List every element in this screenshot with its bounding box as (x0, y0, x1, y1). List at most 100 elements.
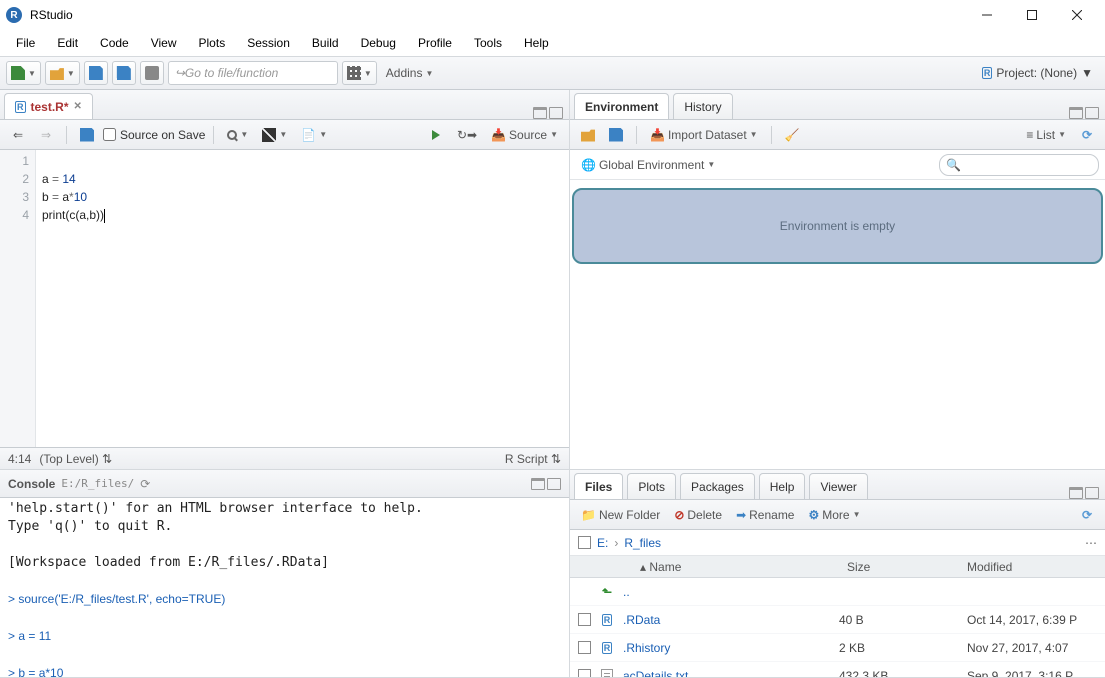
rerun-button[interactable]: ↻➡ (452, 123, 482, 147)
code-area[interactable]: a = 14 b = a*10 print(c(a,b)) (36, 150, 569, 447)
source-button[interactable]: 📥 Source ▼ (486, 123, 563, 147)
select-all-checkbox[interactable] (578, 536, 591, 549)
r-project-icon: R (982, 67, 993, 79)
file-name[interactable]: acDetails.txt (623, 669, 831, 678)
console-clear-icon[interactable]: ⟳ (140, 477, 150, 491)
save-source-button[interactable] (75, 123, 99, 147)
breadcrumb-drive[interactable]: E: (597, 536, 608, 550)
grid-icon (347, 66, 361, 80)
pane-minmax[interactable] (1069, 487, 1099, 499)
search-icon: 🔍 (946, 158, 961, 172)
new-folder-button[interactable]: 📁 New Folder (576, 503, 665, 527)
menu-debug[interactable]: Debug (351, 32, 406, 54)
window-close-button[interactable] (1054, 0, 1099, 30)
file-name[interactable]: .RData (623, 613, 831, 627)
source-on-save-label: Source on Save (120, 128, 205, 142)
find-button[interactable]: ▼ (222, 123, 253, 147)
clear-workspace-button[interactable]: 🧹 (780, 123, 805, 147)
run-button[interactable] (424, 123, 448, 147)
rename-button[interactable]: ➡ Rename (731, 503, 799, 527)
window-maximize-button[interactable] (1009, 0, 1054, 30)
more-button[interactable]: ⚙ More ▼ (803, 503, 865, 527)
header-name[interactable]: ▴ Name (596, 560, 847, 574)
tab-help[interactable]: Help (759, 473, 806, 499)
files-tabstrip: FilesPlotsPackagesHelpViewer (570, 470, 1105, 500)
language-indicator[interactable]: R Script ⇅ (505, 452, 561, 466)
window-minimize-button[interactable] (964, 0, 1009, 30)
console-body[interactable]: 'help.start()' for an HTML browser inter… (0, 498, 569, 677)
source-on-save-checkbox[interactable] (103, 128, 116, 141)
tab-plots[interactable]: Plots (627, 473, 676, 499)
file-name[interactable]: .. (623, 585, 831, 599)
project-selector[interactable]: RProject: (None)▼ (976, 66, 1099, 80)
menu-file[interactable]: File (6, 32, 45, 54)
menu-edit[interactable]: Edit (47, 32, 88, 54)
refresh-env-button[interactable]: ⟳ (1075, 123, 1099, 147)
scope-indicator[interactable]: (Top Level) ⇅ (39, 452, 112, 466)
console-path: E:/R_files/ (61, 477, 134, 490)
save-all-button[interactable] (112, 61, 136, 85)
refresh-files-button[interactable]: ⟳ (1075, 503, 1099, 527)
forward-button[interactable]: ⇒ (34, 123, 58, 147)
file-row[interactable]: R.Rhistory2 KBNov 27, 2017, 4:07 (570, 634, 1105, 662)
panes-grid-button[interactable]: ▼ (342, 61, 377, 85)
menu-help[interactable]: Help (514, 32, 559, 54)
files-toolbar: 📁 New Folder ⊘ Delete ➡ Rename ⚙ More ▼ … (570, 500, 1105, 530)
env-scope-bar: 🌐 Global Environment ▼ 🔍 (570, 150, 1105, 180)
save-button[interactable] (84, 61, 108, 85)
open-project-button[interactable]: ▼ (45, 61, 80, 85)
env-view-mode[interactable]: ≡ List ▼ (1021, 123, 1071, 147)
file-row[interactable]: ⬑.. (570, 578, 1105, 606)
file-row[interactable]: R.RData40 BOct 14, 2017, 6:39 P (570, 606, 1105, 634)
menu-view[interactable]: View (141, 32, 187, 54)
load-workspace-button[interactable] (576, 123, 600, 147)
save-workspace-button[interactable] (604, 123, 628, 147)
tab-files[interactable]: Files (574, 473, 623, 499)
notebook-button[interactable]: 📄▼ (296, 123, 332, 147)
code-editor[interactable]: 1234 a = 14 b = a*10 print(c(a,b)) (0, 150, 569, 447)
tab-packages[interactable]: Packages (680, 473, 755, 499)
print-button[interactable] (140, 61, 164, 85)
menu-plots[interactable]: Plots (189, 32, 236, 54)
env-empty-highlight: Environment is empty (572, 188, 1103, 264)
main-toolbar: ▼ ▼ ↪ Go to file/function ▼ Addins ▼ RPr… (0, 56, 1105, 90)
new-file-button[interactable]: ▼ (6, 61, 41, 85)
file-checkbox[interactable] (578, 641, 591, 654)
menu-profile[interactable]: Profile (408, 32, 462, 54)
delete-button[interactable]: ⊘ Delete (669, 503, 727, 527)
file-name[interactable]: .Rhistory (623, 641, 831, 655)
menu-code[interactable]: Code (90, 32, 139, 54)
console-title: Console (8, 477, 55, 491)
menu-session[interactable]: Session (237, 32, 300, 54)
tab-history[interactable]: History (673, 93, 732, 119)
menu-tools[interactable]: Tools (464, 32, 512, 54)
file-checkbox[interactable] (578, 613, 591, 626)
wand-button[interactable]: ▼ (257, 123, 292, 147)
header-modified[interactable]: Modified (967, 560, 1097, 574)
file-size: 2 KB (839, 641, 959, 655)
file-row[interactable]: acDetails.txt432.3 KBSep 9, 2017, 3:16 P (570, 662, 1105, 677)
close-icon[interactable]: ✕ (74, 101, 82, 112)
goto-file-input[interactable]: ↪ Go to file/function (168, 61, 338, 85)
addins-button[interactable]: Addins ▼ (381, 61, 439, 85)
back-button[interactable]: ⇐ (6, 123, 30, 147)
breadcrumb-folder[interactable]: R_files (624, 536, 661, 550)
import-dataset-button[interactable]: 📥 Import Dataset ▼ (645, 123, 763, 147)
file-size: 432.3 KB (839, 669, 959, 678)
env-scope-selector[interactable]: 🌐 Global Environment ▼ (576, 153, 720, 177)
r-file-icon: R (602, 614, 613, 626)
up-icon: ⬑ (602, 585, 612, 599)
file-checkbox[interactable] (578, 669, 591, 677)
app-icon: R (6, 7, 22, 23)
env-search-input[interactable]: 🔍 (939, 154, 1099, 176)
pane-minmax[interactable] (533, 107, 563, 119)
path-menu-icon[interactable]: ⋯ (1085, 536, 1097, 550)
pane-minmax[interactable] (531, 478, 561, 490)
editor-statusbar: 4:14 (Top Level) ⇅ R Script ⇅ (0, 447, 569, 469)
source-tab-test-r[interactable]: R test.R* ✕ (4, 93, 93, 119)
header-size[interactable]: Size (847, 560, 967, 574)
menu-build[interactable]: Build (302, 32, 349, 54)
pane-minmax[interactable] (1069, 107, 1099, 119)
tab-viewer[interactable]: Viewer (809, 473, 867, 499)
tab-environment[interactable]: Environment (574, 93, 669, 119)
